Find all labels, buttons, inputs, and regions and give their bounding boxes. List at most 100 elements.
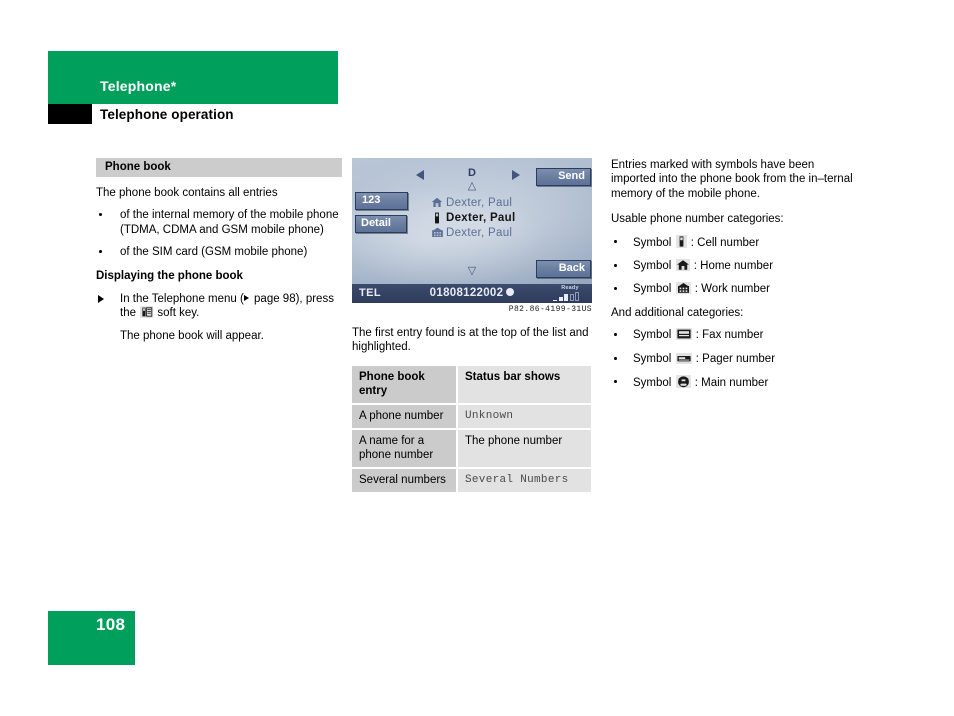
softkey-back[interactable]: Back — [536, 260, 591, 278]
list-item: Symbol : Pager number — [611, 352, 859, 366]
first-entry-note: The first entry found is at the top of t… — [352, 327, 589, 354]
table-header-row: Phone book entry Status bar shows — [352, 365, 593, 405]
list-item-label: Dexter, Paul — [446, 226, 513, 239]
list-item: of the internal memory of the mobile pho… — [96, 208, 342, 237]
list-item[interactable]: Dexter, Paul — [428, 210, 578, 225]
list-item: Symbol : Home number — [611, 259, 859, 273]
list-item: of the SIM card (GSM mobile phone) — [96, 245, 342, 259]
cell-entry: Several numbers — [352, 467, 458, 494]
list-item[interactable]: Dexter, Paul — [428, 195, 578, 210]
phone-book-heading: Phone book — [96, 158, 342, 177]
column-header-entry: Phone book entry — [352, 365, 458, 405]
cell-number-icon — [675, 234, 687, 248]
list-item-prefix: Symbol — [633, 352, 672, 365]
chapter-header-band — [48, 51, 338, 104]
cell-entry: A phone number — [352, 403, 458, 430]
list-item: Symbol : Fax number — [611, 328, 859, 342]
phonebook-softkey-icon — [140, 306, 154, 319]
phone-book-screen-figure: D △ ▽ 123 Detail Send Back Dexter, Paul — [352, 158, 592, 303]
cell-status: The phone number — [457, 428, 593, 469]
step-page-reference: page 98), — [250, 292, 303, 305]
list-item-label: : Fax number — [695, 329, 764, 342]
step-text-prefix: In the Telephone menu ( — [120, 292, 244, 305]
head-unit-display: D △ ▽ 123 Detail Send Back Dexter, Paul — [352, 158, 592, 303]
symbols-intro: Entries marked with symbols have been im… — [611, 159, 853, 200]
list-item[interactable]: Dexter, Paul — [428, 225, 578, 240]
bullet-dot-icon — [99, 250, 102, 254]
right-column: Entries marked with symbols have been im… — [611, 158, 859, 399]
middle-column: D △ ▽ 123 Detail Send Back Dexter, Paul — [352, 158, 594, 494]
page-reference-triangle-icon — [243, 294, 249, 301]
additional-categories-list: Symbol : Fax number Symbol: Pager numbe… — [611, 328, 859, 390]
pager-number-icon — [675, 352, 692, 364]
softkey-send[interactable]: Send — [536, 168, 591, 186]
bullet-dot-icon — [614, 264, 617, 268]
softkey-numeric[interactable]: 123 — [355, 192, 408, 210]
network-state-label: Ready — [561, 285, 579, 291]
bullet-dot-icon — [614, 333, 617, 337]
list-item-label: : Cell number — [690, 236, 760, 249]
list-item-label: : Pager number — [695, 352, 776, 365]
step-triangle-icon — [98, 294, 104, 303]
bullet-dot-icon — [614, 287, 617, 291]
table-row: A phone number Unknown — [352, 403, 593, 430]
displaying-phone-book-steps: In the Telephone menu ( page 98), press … — [96, 292, 342, 321]
list-item-label: Dexter, Paul — [446, 211, 516, 224]
page-number: 108 — [96, 615, 126, 634]
phone-book-intro: The phone book contains all entries — [96, 187, 278, 199]
list-item-prefix: Symbol — [633, 260, 672, 273]
bullet-dot-icon — [614, 380, 617, 384]
usable-categories-list: Symbol : Cell number Symbol : Home numbe… — [611, 234, 859, 297]
list-item-label: : Home number — [693, 260, 774, 273]
signal-bars — [553, 292, 587, 301]
cell-number-icon — [428, 212, 446, 224]
displaying-phone-book-subheading: Displaying the phone book — [96, 269, 243, 282]
list-item-label: of the SIM card (GSM mobile phone) — [120, 246, 308, 259]
signal-strength-icon: Ready — [553, 285, 587, 302]
phone-book-source-list: of the internal memory of the mobile pho… — [96, 208, 342, 259]
left-column: Phone book The phone book contains all e… — [96, 158, 342, 344]
list-item: Symbol : Work number — [611, 282, 859, 296]
filled-circle-icon — [506, 288, 515, 296]
bullet-dot-icon — [614, 356, 617, 360]
step-text-suffix: soft key. — [157, 307, 200, 320]
list-item: Symbol : Cell number — [611, 234, 859, 250]
section-marker-block — [48, 104, 92, 124]
bullet-dot-icon — [99, 213, 102, 217]
list-item-label: : Work number — [694, 283, 770, 296]
work-number-icon — [428, 227, 446, 238]
status-bar-table: Phone book entry Status bar shows A phon… — [352, 365, 593, 494]
home-number-icon — [675, 259, 690, 272]
additional-categories-heading: And additional categories: — [611, 306, 744, 319]
phone-book-entry-list: Dexter, Paul Dexter, Paul Dexter, Paul — [428, 195, 578, 240]
bullet-dot-icon — [614, 239, 617, 243]
list-item-prefix: Symbol — [633, 329, 672, 342]
work-number-icon — [675, 282, 691, 295]
table-row: Several numbers Several Numbers — [352, 467, 593, 494]
list-item: In the Telephone menu ( page 98), press … — [96, 292, 342, 321]
fax-number-icon — [675, 328, 692, 341]
display-status-bar: TEL 01808122002 Ready — [352, 284, 592, 303]
softkey-detail[interactable]: Detail — [355, 215, 407, 233]
list-item-label: : Main number — [694, 377, 769, 390]
home-number-icon — [428, 197, 446, 208]
section-title: Telephone operation — [100, 107, 234, 122]
list-item-prefix: Symbol — [633, 377, 672, 390]
list-item-prefix: Symbol — [633, 236, 672, 249]
chapter-title: Telephone* — [100, 78, 177, 94]
cell-entry: A name for a phone number — [352, 428, 458, 469]
column-header-status: Status bar shows — [457, 365, 593, 405]
status-number-text: 01808122002 — [429, 287, 504, 299]
figure-caption: P82.86-4199-31US — [508, 305, 592, 314]
cell-status: Unknown — [457, 403, 593, 430]
list-item-label: Dexter, Paul — [446, 196, 513, 209]
usable-categories-heading: Usable phone number categories: — [611, 213, 784, 226]
left-arrow-icon[interactable] — [416, 170, 424, 180]
table-row: A name for a phone number The phone numb… — [352, 428, 593, 469]
right-arrow-icon[interactable] — [512, 170, 520, 180]
list-item-label: of the internal memory of the mobile pho… — [120, 209, 339, 236]
phone-book-appear-note: The phone book will appear. — [120, 330, 264, 343]
list-item: Symbol : Main number — [611, 375, 859, 390]
main-number-icon — [675, 375, 691, 389]
list-item-prefix: Symbol — [633, 283, 672, 296]
